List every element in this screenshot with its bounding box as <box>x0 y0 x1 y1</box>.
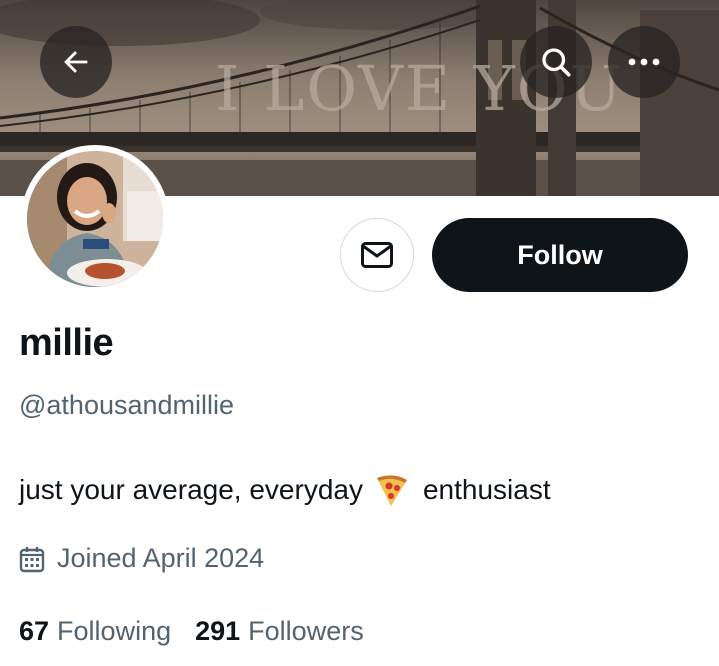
follow-stats: 67 Following 291 Followers <box>19 616 388 647</box>
username-handle: @athousandmillie <box>19 390 235 420</box>
following-count: 67 <box>19 616 50 646</box>
followers-count: 291 <box>195 616 241 646</box>
bio-text-start: just your average, everyday <box>19 474 363 505</box>
avatar <box>27 151 163 287</box>
calendar-icon <box>19 546 45 572</box>
bio-text-end: enthusiast <box>422 474 551 505</box>
mail-icon <box>361 242 393 268</box>
following-label: Following <box>57 616 172 646</box>
message-button[interactable] <box>340 218 414 292</box>
followers-label: Followers <box>248 616 364 646</box>
back-button[interactable] <box>40 26 112 98</box>
bio: just your average, everyday enthusiast <box>19 470 551 510</box>
search-icon <box>542 48 571 77</box>
more-icon <box>628 58 660 66</box>
joined-text: Joined April 2024 <box>57 543 265 573</box>
joined-date: Joined April 2024 <box>19 543 264 574</box>
arrow-left-icon <box>64 51 88 73</box>
followers-link[interactable]: 291 Followers <box>195 616 364 647</box>
following-link[interactable]: 67 Following <box>19 616 171 647</box>
pizza-emoji-icon <box>376 475 407 506</box>
search-button[interactable] <box>520 26 592 98</box>
display-name: millie <box>19 322 114 364</box>
avatar-frame[interactable] <box>21 145 169 293</box>
more-button[interactable] <box>608 26 680 98</box>
follow-button[interactable]: Follow <box>432 218 688 292</box>
